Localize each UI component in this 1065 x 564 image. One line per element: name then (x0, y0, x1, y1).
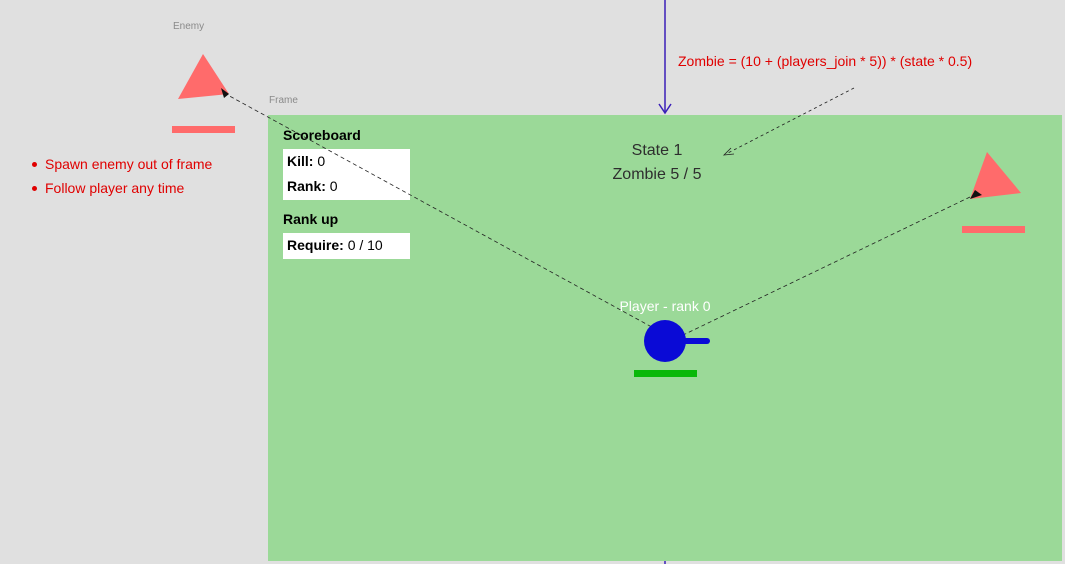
enemy-left[interactable] (172, 54, 235, 133)
enemy-health-bar (172, 126, 235, 133)
player-health-bar (634, 370, 697, 377)
player-tank-icon (644, 320, 686, 362)
enemy-right[interactable] (962, 152, 1025, 233)
enemy-health-bar (962, 226, 1025, 233)
enemy-triangle-icon (178, 54, 229, 99)
formula-pointer-arrow-icon (722, 147, 735, 156)
player[interactable] (634, 320, 710, 377)
graphics-overlay (172, 0, 1025, 564)
follow-line-left (223, 92, 671, 338)
formula-pointer-line (725, 87, 855, 155)
follow-line-right (678, 196, 971, 338)
